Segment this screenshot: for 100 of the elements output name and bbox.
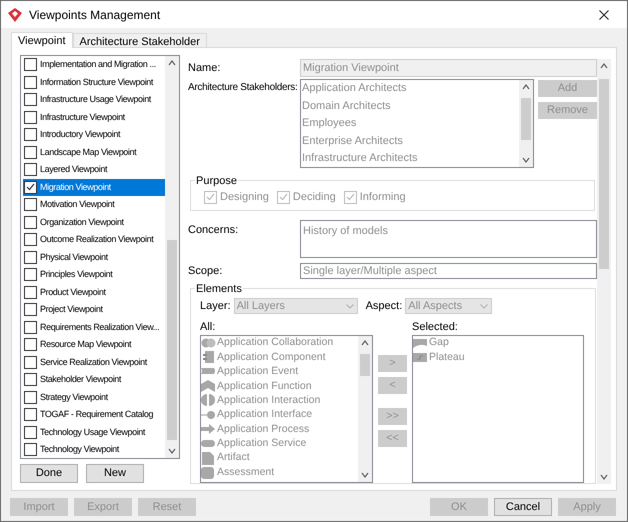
- viewpoint-item[interactable]: Infrastructure Viewpoint: [23, 108, 165, 126]
- element-item[interactable]: Application Collaboration: [201, 336, 358, 350]
- checkbox[interactable]: [24, 356, 37, 369]
- viewpoint-item[interactable]: Landscape Map Viewpoint: [23, 144, 165, 161]
- stakeholder-item[interactable]: Infrastructure Architects: [302, 150, 519, 168]
- function-icon: [201, 380, 216, 393]
- name-field[interactable]: Migration Viewpoint: [300, 59, 597, 77]
- interface-icon: [201, 408, 216, 422]
- viewpoint-item[interactable]: Technology Usage Viewpoint: [23, 424, 165, 441]
- concerns-field[interactable]: History of models: [300, 220, 597, 258]
- stakeholder-item[interactable]: Domain Architects: [302, 97, 519, 115]
- checkbox[interactable]: [24, 373, 37, 386]
- collaboration-icon: [201, 336, 216, 350]
- viewpoint-item[interactable]: Project Viewpoint: [23, 301, 165, 318]
- checkbox[interactable]: [24, 426, 37, 439]
- checkbox[interactable]: [24, 303, 37, 316]
- artifact-icon: [201, 452, 216, 465]
- button[interactable]: Cancel: [494, 498, 552, 516]
- checkbox[interactable]: [24, 443, 37, 456]
- checkbox[interactable]: [24, 180, 37, 194]
- viewpoint-item[interactable]: Stakeholder Viewpoint: [23, 371, 165, 388]
- element-item[interactable]: Assessment: [201, 466, 358, 480]
- checkbox[interactable]: [24, 268, 37, 282]
- viewpoint-item[interactable]: Strategy Viewpoint: [23, 388, 165, 406]
- scrollbar[interactable]: [358, 336, 372, 482]
- button[interactable]: New: [86, 464, 144, 483]
- element-item[interactable]: Application Process: [201, 422, 358, 437]
- scrollbar[interactable]: [519, 80, 533, 167]
- tab[interactable]: Viewpoint: [11, 32, 72, 48]
- checkbox[interactable]: [24, 286, 37, 299]
- scrollbar[interactable]: [165, 56, 179, 458]
- element-item[interactable]: Artifact: [201, 451, 358, 466]
- element-item[interactable]: Plateau: [413, 350, 583, 365]
- stakeholder-item[interactable]: Enterprise Architects: [302, 132, 519, 150]
- scroll-thumb[interactable]: [167, 240, 177, 440]
- viewpoint-item[interactable]: Technology Viewpoint: [23, 441, 165, 458]
- checkbox[interactable]: [24, 110, 37, 124]
- viewpoint-item[interactable]: Resource Map Viewpoint: [23, 336, 165, 354]
- viewpoint-item[interactable]: Service Realization Viewpoint: [23, 354, 165, 371]
- viewpoint-item[interactable]: Organization Viewpoint: [23, 214, 165, 231]
- checkbox[interactable]: [24, 128, 37, 142]
- panel-scrollbar[interactable]: [597, 59, 611, 484]
- element-item[interactable]: Gap: [413, 336, 583, 350]
- viewpoint-item[interactable]: Principles Viewpoint: [23, 266, 165, 284]
- stakeholder-item[interactable]: Employees: [302, 114, 519, 132]
- element-item[interactable]: Application Service: [201, 436, 358, 452]
- check-icon: [278, 193, 288, 202]
- viewpoint-item[interactable]: Layered Viewpoint: [23, 161, 165, 178]
- viewpoint-item[interactable]: Introductory Viewpoint: [23, 126, 165, 144]
- button[interactable]: Done: [20, 464, 78, 483]
- field-label: Layer:: [200, 299, 231, 314]
- viewpoint-item[interactable]: Infrastructure Usage Viewpoint: [23, 91, 165, 108]
- interaction-icon: [201, 394, 216, 408]
- element-item[interactable]: Application Event: [201, 364, 358, 380]
- checkbox[interactable]: [24, 408, 37, 422]
- assessment-icon: [201, 466, 216, 480]
- checkbox[interactable]: [24, 250, 37, 264]
- checkbox[interactable]: [24, 216, 37, 229]
- check-icon: [206, 193, 215, 202]
- viewpoint-item[interactable]: Migration Viewpoint: [23, 178, 165, 196]
- checkbox[interactable]: [24, 58, 37, 72]
- viewpoint-item[interactable]: Requirements Realization View...: [23, 318, 165, 336]
- checkbox[interactable]: [24, 76, 37, 89]
- scroll-thumb[interactable]: [360, 354, 370, 376]
- stakeholder-item[interactable]: Application Architects: [302, 80, 519, 98]
- process-icon: [201, 423, 216, 436]
- scroll-thumb[interactable]: [521, 98, 531, 140]
- dropdown[interactable]: All Layers: [234, 298, 358, 314]
- app-logo-icon: [8, 8, 22, 22]
- caret-icon: [346, 304, 354, 309]
- checkbox[interactable]: [24, 338, 37, 352]
- field-label: Name:: [188, 60, 222, 76]
- viewpoint-item[interactable]: Outcome Realization Viewpoint: [23, 231, 165, 248]
- viewpoint-item[interactable]: Physical Viewpoint: [23, 248, 165, 266]
- checkbox[interactable]: [24, 233, 37, 246]
- tab[interactable]: Architecture Stakeholder: [72, 33, 207, 47]
- checkbox[interactable]: [24, 198, 37, 212]
- scroll-thumb[interactable]: [599, 79, 609, 269]
- list-label: All:: [200, 320, 216, 334]
- close-icon[interactable]: [599, 10, 609, 20]
- element-item[interactable]: Application Interface: [201, 408, 358, 422]
- field-label: Architecture Stakeholders:: [188, 81, 298, 95]
- viewpoint-item[interactable]: Motivation Viewpoint: [23, 196, 165, 214]
- element-item[interactable]: Application Interaction: [201, 394, 358, 408]
- viewpoint-item[interactable]: Information Structure Viewpoint: [23, 74, 165, 91]
- dropdown[interactable]: All Aspects: [405, 298, 492, 314]
- viewpoint-item[interactable]: Implementation and Migration ...: [23, 56, 165, 74]
- scope-field[interactable]: Single layer/Multiple aspect: [300, 262, 597, 279]
- field-label: Scope:: [188, 264, 224, 278]
- viewpoint-item[interactable]: Product Viewpoint: [23, 284, 165, 301]
- checkbox[interactable]: [24, 320, 37, 334]
- checkbox[interactable]: [24, 163, 37, 176]
- window-title: Viewpoints Management: [29, 6, 160, 24]
- field-label: Aspect:: [366, 299, 402, 314]
- checkbox[interactable]: [24, 390, 37, 404]
- checkbox[interactable]: [24, 146, 37, 159]
- element-item[interactable]: Application Function: [201, 379, 358, 394]
- checkbox[interactable]: [24, 93, 37, 106]
- element-item[interactable]: Application Component: [201, 350, 358, 365]
- viewpoint-item[interactable]: TOGAF - Requirement Catalog: [23, 406, 165, 424]
